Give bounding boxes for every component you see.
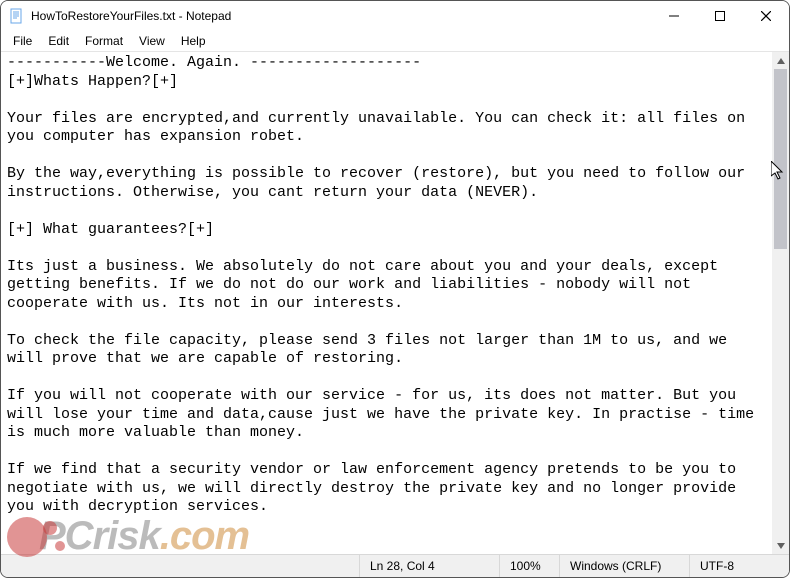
close-button[interactable]	[743, 1, 789, 31]
minimize-button[interactable]	[651, 1, 697, 31]
menu-format[interactable]: Format	[77, 32, 131, 50]
maximize-button[interactable]	[697, 1, 743, 31]
editor-area: -----------Welcome. Again. -------------…	[1, 51, 789, 554]
scroll-up-icon[interactable]	[772, 52, 789, 69]
scroll-down-icon[interactable]	[772, 537, 789, 554]
menu-view[interactable]: View	[131, 32, 173, 50]
menu-help[interactable]: Help	[173, 32, 214, 50]
scroll-thumb[interactable]	[774, 69, 787, 249]
status-zoom: 100%	[499, 555, 559, 577]
vertical-scrollbar[interactable]	[772, 52, 789, 554]
status-encoding: UTF-8	[689, 555, 789, 577]
notepad-file-icon	[9, 8, 25, 24]
window-title: HowToRestoreYourFiles.txt - Notepad	[31, 9, 651, 23]
menu-edit[interactable]: Edit	[40, 32, 77, 50]
text-editor[interactable]: -----------Welcome. Again. -------------…	[1, 52, 772, 554]
window-controls	[651, 1, 789, 31]
notepad-window: HowToRestoreYourFiles.txt - Notepad File…	[0, 0, 790, 578]
status-position: Ln 28, Col 4	[359, 555, 499, 577]
titlebar[interactable]: HowToRestoreYourFiles.txt - Notepad	[1, 1, 789, 31]
status-line-ending: Windows (CRLF)	[559, 555, 689, 577]
menu-file[interactable]: File	[5, 32, 40, 50]
menubar: File Edit Format View Help	[1, 31, 789, 51]
statusbar: Ln 28, Col 4 100% Windows (CRLF) UTF-8	[1, 554, 789, 577]
